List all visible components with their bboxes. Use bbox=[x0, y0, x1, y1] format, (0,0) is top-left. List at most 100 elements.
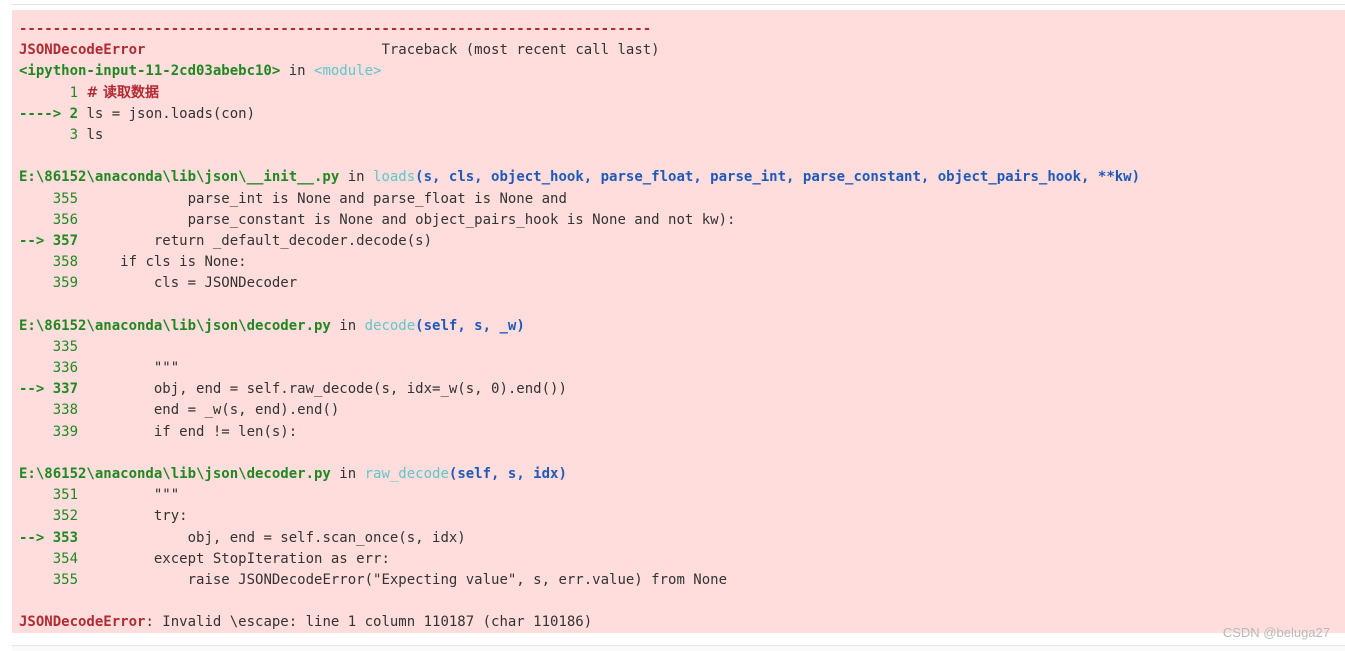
frame-args: (s, cls, object_hook, parse_float, parse… bbox=[415, 169, 1141, 186]
line-arrow bbox=[19, 339, 53, 355]
frame-file: <ipython-input-11-2cd03abebc10> bbox=[19, 63, 281, 80]
frame-in-word: in bbox=[330, 465, 365, 482]
traceback-text: ----------------------------------------… bbox=[19, 19, 1140, 633]
line-number: 339 bbox=[52, 423, 79, 440]
code-text: parse_constant is None and object_pairs_… bbox=[78, 211, 736, 228]
line-number: 351 bbox=[52, 487, 79, 504]
code-text: ls = json.loads(con) bbox=[78, 105, 256, 122]
final-error-name: JSONDecodeError bbox=[19, 614, 146, 631]
current-line-arrow: ----> bbox=[19, 105, 70, 122]
code-text: obj, end = self.scan_once(s, idx) bbox=[78, 529, 466, 546]
line-arrow bbox=[19, 254, 53, 270]
frame-in-word: in bbox=[339, 169, 374, 186]
code-line: 338 end = _w(s, end).end() bbox=[19, 400, 1140, 421]
code-comment: # 读取数据 bbox=[86, 84, 160, 101]
frame-in-word: in bbox=[280, 63, 315, 80]
code-line-current: ----> 2 ls = json.loads(con) bbox=[19, 104, 1140, 125]
frame-function: decode bbox=[364, 317, 416, 334]
line-arrow bbox=[19, 551, 53, 567]
frame-header: <ipython-input-11-2cd03abebc10> in <modu… bbox=[19, 61, 1140, 82]
frame-function: raw_decode bbox=[364, 465, 449, 482]
final-error-message: : Invalid \escape: line 1 column 110187 … bbox=[145, 614, 593, 631]
code-line: 352 try: bbox=[19, 506, 1140, 527]
line-arrow bbox=[19, 85, 70, 101]
frame-function: loads bbox=[373, 169, 416, 186]
code-text: end = _w(s, end).end() bbox=[78, 402, 340, 419]
line-arrow bbox=[19, 424, 53, 440]
error-name: JSONDecodeError bbox=[19, 42, 146, 59]
line-arrow bbox=[19, 402, 53, 418]
code-line: 355 parse_int is None and parse_float is… bbox=[19, 189, 1140, 210]
line-arrow bbox=[19, 127, 70, 143]
code-line: 354 except StopIteration as err: bbox=[19, 549, 1140, 570]
code-line: 359 cls = JSONDecoder bbox=[19, 273, 1140, 294]
line-number: 356 bbox=[52, 211, 79, 228]
current-line-arrow: --> bbox=[19, 232, 53, 249]
line-number: 352 bbox=[52, 508, 79, 525]
previous-cell-edge bbox=[12, 0, 1345, 5]
line-number: 355 bbox=[52, 571, 79, 588]
code-line: 335 bbox=[19, 337, 1140, 358]
code-line: 3 ls bbox=[19, 125, 1140, 146]
frame-args: (self, s, idx) bbox=[448, 465, 567, 482]
frame-function: <module> bbox=[314, 63, 382, 80]
frame-header: E:\86152\anaconda\lib\json\__init__.py i… bbox=[19, 167, 1140, 188]
line-arrow bbox=[19, 487, 53, 503]
code-line: 356 parse_constant is None and object_pa… bbox=[19, 210, 1140, 231]
code-line: 336 """ bbox=[19, 358, 1140, 379]
code-text: raise JSONDecodeError("Expecting value",… bbox=[78, 571, 728, 588]
code-text: """ bbox=[78, 360, 180, 376]
next-cell-edge bbox=[12, 645, 1345, 651]
code-text: if cls is None: bbox=[78, 254, 247, 271]
line-number: 337 bbox=[52, 381, 79, 398]
line-arrow bbox=[19, 572, 53, 588]
code-line-current: --> 353 obj, end = self.scan_once(s, idx… bbox=[19, 528, 1140, 549]
code-text: obj, end = self.raw_decode(s, idx=_w(s, … bbox=[78, 381, 567, 398]
code-text: cls = JSONDecoder bbox=[78, 275, 298, 292]
line-arrow bbox=[19, 275, 53, 291]
line-number: 338 bbox=[52, 402, 79, 419]
code-text: try: bbox=[78, 508, 188, 525]
line-number: 3 bbox=[69, 126, 79, 143]
code-line-current: --> 357 return _default_decoder.decode(s… bbox=[19, 231, 1140, 252]
line-number: 355 bbox=[52, 190, 79, 207]
traceback-header-text: Traceback (most recent call last) bbox=[381, 42, 660, 59]
frame-file: E:\86152\anaconda\lib\json\__init__.py bbox=[19, 169, 340, 186]
error-output-area: ----------------------------------------… bbox=[12, 10, 1345, 633]
line-number: 2 bbox=[69, 105, 79, 122]
line-number: 1 bbox=[69, 84, 79, 101]
final-error-line: JSONDecodeError: Invalid \escape: line 1… bbox=[19, 612, 1140, 633]
line-arrow bbox=[19, 191, 53, 207]
code-text: """ bbox=[78, 487, 180, 504]
line-number: 359 bbox=[52, 275, 79, 292]
frame-file: E:\86152\anaconda\lib\json\decoder.py bbox=[19, 317, 331, 334]
traceback-separator: ----------------------------------------… bbox=[19, 21, 652, 37]
frame-in-word: in bbox=[330, 317, 365, 334]
frame-args: (self, s, _w) bbox=[415, 317, 525, 334]
line-number: 353 bbox=[52, 529, 79, 546]
code-text: ls bbox=[78, 126, 104, 143]
code-line: 355 raise JSONDecodeError("Expecting val… bbox=[19, 570, 1140, 591]
line-number: 354 bbox=[52, 550, 79, 567]
frame-header: E:\86152\anaconda\lib\json\decoder.py in… bbox=[19, 464, 1140, 485]
code-line-current: --> 337 obj, end = self.raw_decode(s, id… bbox=[19, 379, 1140, 400]
code-line: 339 if end != len(s): bbox=[19, 422, 1140, 443]
code-text: if end != len(s): bbox=[78, 423, 298, 440]
frame-header: E:\86152\anaconda\lib\json\decoder.py in… bbox=[19, 316, 1140, 337]
frame-file: E:\86152\anaconda\lib\json\decoder.py bbox=[19, 465, 331, 482]
line-arrow bbox=[19, 508, 53, 524]
code-line: 358 if cls is None: bbox=[19, 252, 1140, 273]
code-line: 1 # 读取数据 bbox=[19, 83, 1140, 104]
current-line-arrow: --> bbox=[19, 529, 53, 546]
code-text: except StopIteration as err: bbox=[78, 550, 390, 567]
line-number: 357 bbox=[52, 232, 79, 249]
line-arrow bbox=[19, 360, 53, 376]
code-text: return _default_decoder.decode(s) bbox=[78, 232, 433, 249]
watermark: CSDN @beluga27 bbox=[1222, 625, 1330, 640]
header-gap bbox=[145, 42, 381, 58]
line-number: 336 bbox=[52, 360, 79, 376]
